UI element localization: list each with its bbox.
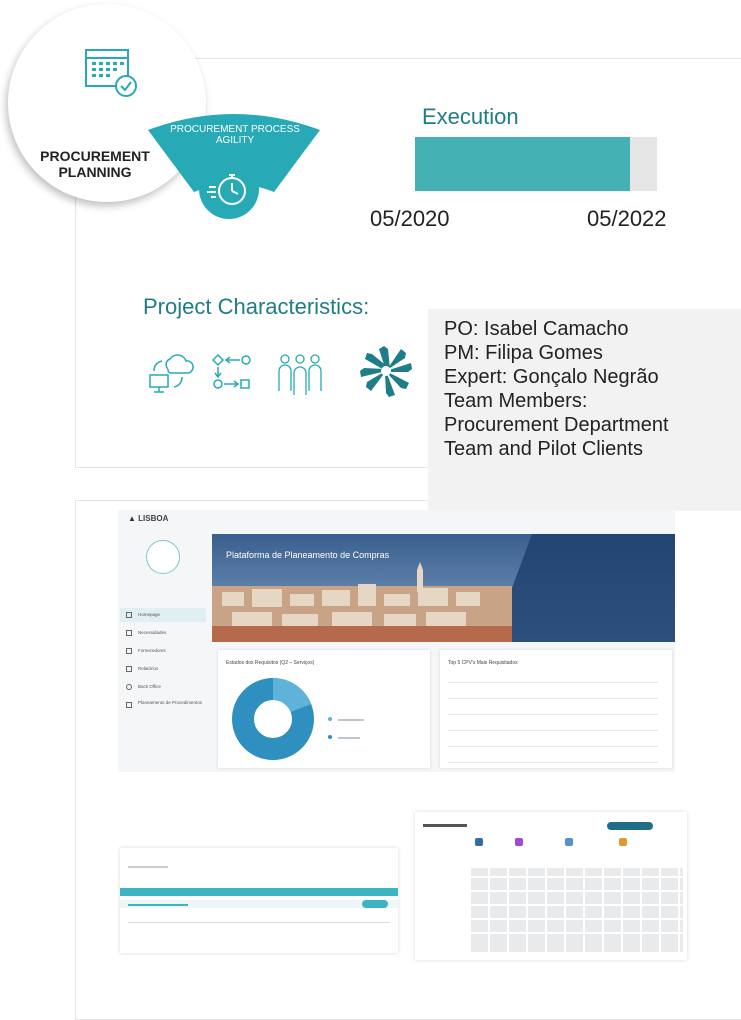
team-info-box: PO: Isabel Camacho PM: Filipa Gomes Expe… bbox=[428, 309, 741, 511]
dashboard-screenshot: ▲ LISBOA Homepage Necessidades Fornecedo… bbox=[118, 510, 675, 772]
legend-dot bbox=[328, 717, 332, 721]
donut-legend bbox=[328, 708, 365, 744]
avatar[interactable] bbox=[146, 540, 180, 574]
team-line-expert: Expert: Gonçalo Negrão bbox=[444, 366, 659, 388]
planning-grid-screenshot bbox=[415, 812, 687, 960]
filter-checkbox[interactable] bbox=[515, 838, 523, 846]
nav-homepage[interactable]: Homepage bbox=[120, 608, 206, 622]
add-button[interactable] bbox=[362, 900, 388, 908]
grid-row-divider bbox=[471, 876, 683, 878]
planning-grid bbox=[471, 868, 683, 952]
donut-card-title: Estados dos Requisitos (Q2 – Serviços) bbox=[226, 660, 315, 666]
stopwatch-icon bbox=[207, 174, 246, 205]
hero-title: Plataforma de Planeamento de Compras bbox=[226, 550, 390, 560]
execution-label: Execution bbox=[422, 104, 519, 129]
nav-planeamento[interactable]: Planeamento de Procedimentos bbox=[120, 698, 206, 712]
table-row bbox=[448, 762, 658, 763]
home-icon bbox=[126, 612, 132, 618]
donut-chart bbox=[232, 677, 314, 760]
planning-title: PROCUREMENT PLANNING bbox=[40, 148, 150, 180]
grid-title-placeholder bbox=[423, 824, 467, 827]
grid-row-divider bbox=[471, 918, 683, 920]
table-row bbox=[448, 682, 658, 683]
logo-text: LISBOA bbox=[138, 514, 169, 523]
nav-label: Relatórios bbox=[138, 666, 159, 671]
legend-label-placeholder bbox=[338, 719, 365, 721]
process-flow-icon bbox=[212, 353, 251, 389]
top5-card-title: Top 5 CPV's Mais Requisitados bbox=[448, 660, 518, 666]
nav-necessidades[interactable]: Necessidades bbox=[120, 626, 206, 640]
table-header-row bbox=[120, 888, 398, 896]
team-icon bbox=[278, 354, 322, 395]
building-icon bbox=[126, 648, 132, 654]
collaboration-hands-icon bbox=[360, 346, 412, 397]
lisboa-logo: ▲ LISBOA bbox=[128, 514, 168, 523]
table-link-placeholder bbox=[128, 904, 188, 906]
nav-label: Fornecedores bbox=[138, 648, 166, 653]
filter-checkbox[interactable] bbox=[565, 838, 573, 846]
nav-label: Homepage bbox=[138, 612, 161, 617]
top5-card: Top 5 CPV's Mais Requisitados bbox=[440, 650, 672, 768]
end-date: 05/2022 bbox=[587, 206, 667, 231]
legend-dot bbox=[328, 735, 332, 739]
nav-label: Necessidades bbox=[138, 630, 167, 635]
team-line-members-2: Team and Pilot Clients bbox=[444, 438, 643, 460]
table-row bbox=[448, 730, 658, 731]
report-icon bbox=[126, 666, 132, 672]
gear-icon bbox=[126, 684, 132, 690]
nav-back-office[interactable]: Back Office bbox=[120, 680, 206, 694]
table-row bbox=[448, 698, 658, 699]
dashboard-sidebar: ▲ LISBOA Homepage Necessidades Fornecedo… bbox=[118, 510, 208, 772]
table-title-placeholder bbox=[128, 866, 168, 868]
team-line-members-label: Team Members: bbox=[444, 390, 588, 412]
nav-label: Back Office bbox=[138, 684, 161, 689]
file-icon bbox=[126, 630, 132, 636]
execution-progress-bar bbox=[415, 137, 657, 191]
legend-label-placeholder bbox=[338, 737, 361, 739]
grid-row-divider bbox=[471, 890, 683, 892]
team-line-pm: PM: Filipa Gomes bbox=[444, 342, 603, 364]
table-row bbox=[448, 714, 658, 715]
hero-banner: Plataforma de Planeamento de Compras bbox=[212, 534, 675, 642]
agility-circle bbox=[199, 159, 259, 219]
team-line-members-1: Procurement Department bbox=[444, 414, 669, 436]
agility-label: PROCUREMENT PROCESS AGILITY bbox=[170, 124, 300, 146]
toggle-switch[interactable] bbox=[607, 822, 653, 830]
grid-row-divider bbox=[471, 904, 683, 906]
requests-table-screenshot bbox=[120, 848, 398, 953]
filter-checkbox[interactable] bbox=[475, 838, 483, 846]
calendar-check-icon bbox=[85, 49, 137, 97]
team-line-po: PO: Isabel Camacho bbox=[444, 318, 629, 340]
nav-label: Planeamento de Procedimentos bbox=[138, 700, 203, 705]
ship-icon: ▲ bbox=[128, 514, 136, 523]
document-icon bbox=[126, 702, 132, 708]
characteristics-title: Project Characteristics: bbox=[143, 294, 370, 319]
table-row bbox=[448, 746, 658, 747]
nav-relatorios[interactable]: Relatórios bbox=[120, 662, 206, 676]
execution-progress-fill bbox=[415, 137, 631, 191]
start-date: 05/2020 bbox=[370, 206, 450, 231]
grid-row-divider bbox=[471, 932, 683, 934]
filter-checkbox[interactable] bbox=[619, 838, 627, 846]
donut-card: Estados dos Requisitos (Q2 – Serviços) bbox=[218, 650, 430, 768]
cloud-computer-icon bbox=[149, 354, 194, 393]
table-divider bbox=[128, 922, 390, 923]
nav-fornecedores[interactable]: Fornecedores bbox=[120, 644, 206, 658]
